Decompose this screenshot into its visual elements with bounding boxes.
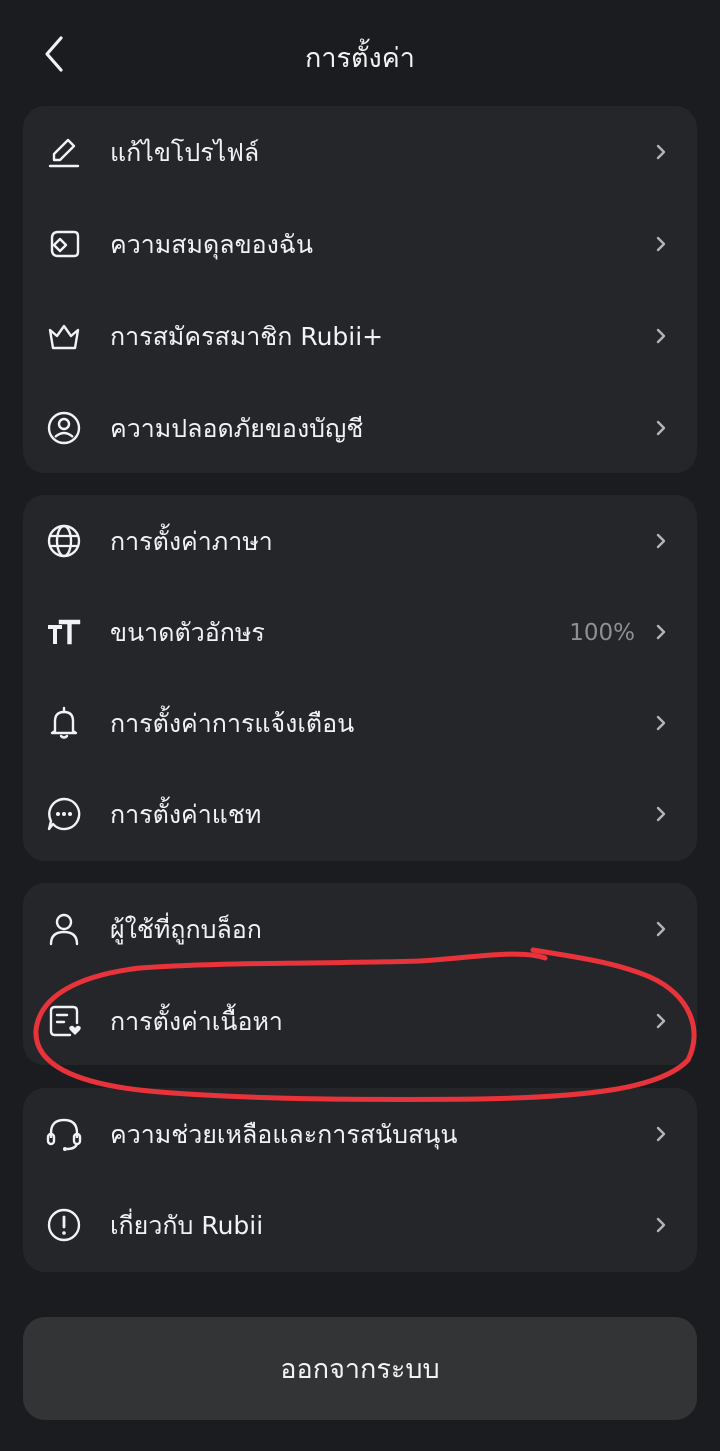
menu-item-my-balance[interactable]: ความสมดุลของฉัน bbox=[23, 199, 697, 291]
menu-item-label: ความปลอดภัยของบัญชี bbox=[110, 414, 364, 443]
menu-item-language[interactable]: การตั้งค่าภาษา bbox=[23, 496, 697, 588]
menu-item-about[interactable]: เกี่ยวกับ Rubii bbox=[23, 1180, 697, 1272]
chevron-right-icon bbox=[656, 328, 666, 344]
menu-item-subscription[interactable]: การสมัครสมาชิก Rubii+ bbox=[23, 291, 697, 383]
logout-button[interactable]: ออกจากระบบ bbox=[23, 1317, 697, 1420]
crown-icon bbox=[45, 317, 83, 355]
menu-item-font-size[interactable]: ขนาดตัวอักษร 100% bbox=[23, 587, 697, 679]
chevron-right-icon bbox=[656, 921, 666, 937]
menu-item-label: ขนาดตัวอักษร bbox=[110, 618, 265, 647]
chevron-right-icon bbox=[656, 420, 666, 436]
font-size-icon bbox=[45, 613, 83, 651]
menu-item-label: เกี่ยวกับ Rubii bbox=[110, 1211, 264, 1240]
content-heart-icon bbox=[45, 1002, 83, 1040]
menu-item-notifications[interactable]: การตั้งค่าการแจ้งเตือน bbox=[23, 678, 697, 770]
menu-item-label: แก้ไขโปรไฟล์ bbox=[110, 138, 260, 167]
info-exclamation-icon bbox=[45, 1206, 83, 1244]
settings-group-account: แก้ไขโปรไฟล์ ความสมดุลของฉัน การสมัครสมา… bbox=[23, 106, 697, 473]
top-bar: การตั้งค่า bbox=[0, 0, 720, 108]
menu-item-blocked-users[interactable]: ผู้ใช้ที่ถูกบล็อก bbox=[23, 884, 697, 976]
menu-item-label: การตั้งค่าการแจ้งเตือน bbox=[110, 709, 355, 738]
page-title: การตั้งค่า bbox=[305, 43, 415, 74]
chevron-right-icon bbox=[656, 533, 666, 549]
menu-item-account-security[interactable]: ความปลอดภัยของบัญชี bbox=[23, 383, 697, 473]
globe-icon bbox=[45, 522, 83, 560]
menu-item-label: ความช่วยเหลือและการสนับสนุน bbox=[110, 1120, 458, 1149]
chevron-right-icon bbox=[656, 806, 666, 822]
chevron-right-icon bbox=[656, 1013, 666, 1029]
bell-icon bbox=[45, 704, 83, 742]
menu-item-label: ความสมดุลของฉัน bbox=[110, 230, 314, 259]
chevron-right-icon bbox=[656, 1217, 666, 1233]
chevron-right-icon bbox=[656, 715, 666, 731]
settings-group-support: ความช่วยเหลือและการสนับสนุน เกี่ยวกับ Ru… bbox=[23, 1088, 697, 1272]
chevron-right-icon bbox=[656, 144, 666, 160]
menu-item-label: การสมัครสมาชิก Rubii+ bbox=[110, 322, 384, 351]
menu-item-label: การตั้งค่าภาษา bbox=[110, 527, 273, 556]
wallet-diamond-icon bbox=[45, 225, 83, 263]
chat-icon bbox=[45, 795, 83, 833]
menu-item-label: ผู้ใช้ที่ถูกบล็อก bbox=[110, 915, 262, 944]
settings-group-content: ผู้ใช้ที่ถูกบล็อก การตั้งค่าเนื้อหา bbox=[23, 883, 697, 1065]
menu-item-edit-profile[interactable]: แก้ไขโปรไฟล์ bbox=[23, 107, 697, 199]
font-size-value: 100% bbox=[569, 620, 635, 646]
settings-group-preferences: การตั้งค่าภาษา ขนาดตัวอักษร 100% การตั้ง… bbox=[23, 495, 697, 861]
chevron-right-icon bbox=[656, 1126, 666, 1142]
account-icon bbox=[45, 409, 83, 447]
headset-icon bbox=[45, 1115, 83, 1153]
edit-pencil-icon bbox=[45, 133, 83, 171]
menu-item-content-settings[interactable]: การตั้งค่าเนื้อหา bbox=[23, 976, 697, 1065]
chevron-right-icon bbox=[656, 236, 666, 252]
user-icon bbox=[45, 910, 83, 948]
chevron-right-icon bbox=[656, 624, 666, 640]
menu-item-label: การตั้งค่าแชท bbox=[110, 800, 262, 829]
menu-item-help-support[interactable]: ความช่วยเหลือและการสนับสนุน bbox=[23, 1089, 697, 1181]
menu-item-label: การตั้งค่าเนื้อหา bbox=[110, 1007, 283, 1036]
menu-item-chat-settings[interactable]: การตั้งค่าแชท bbox=[23, 769, 697, 861]
